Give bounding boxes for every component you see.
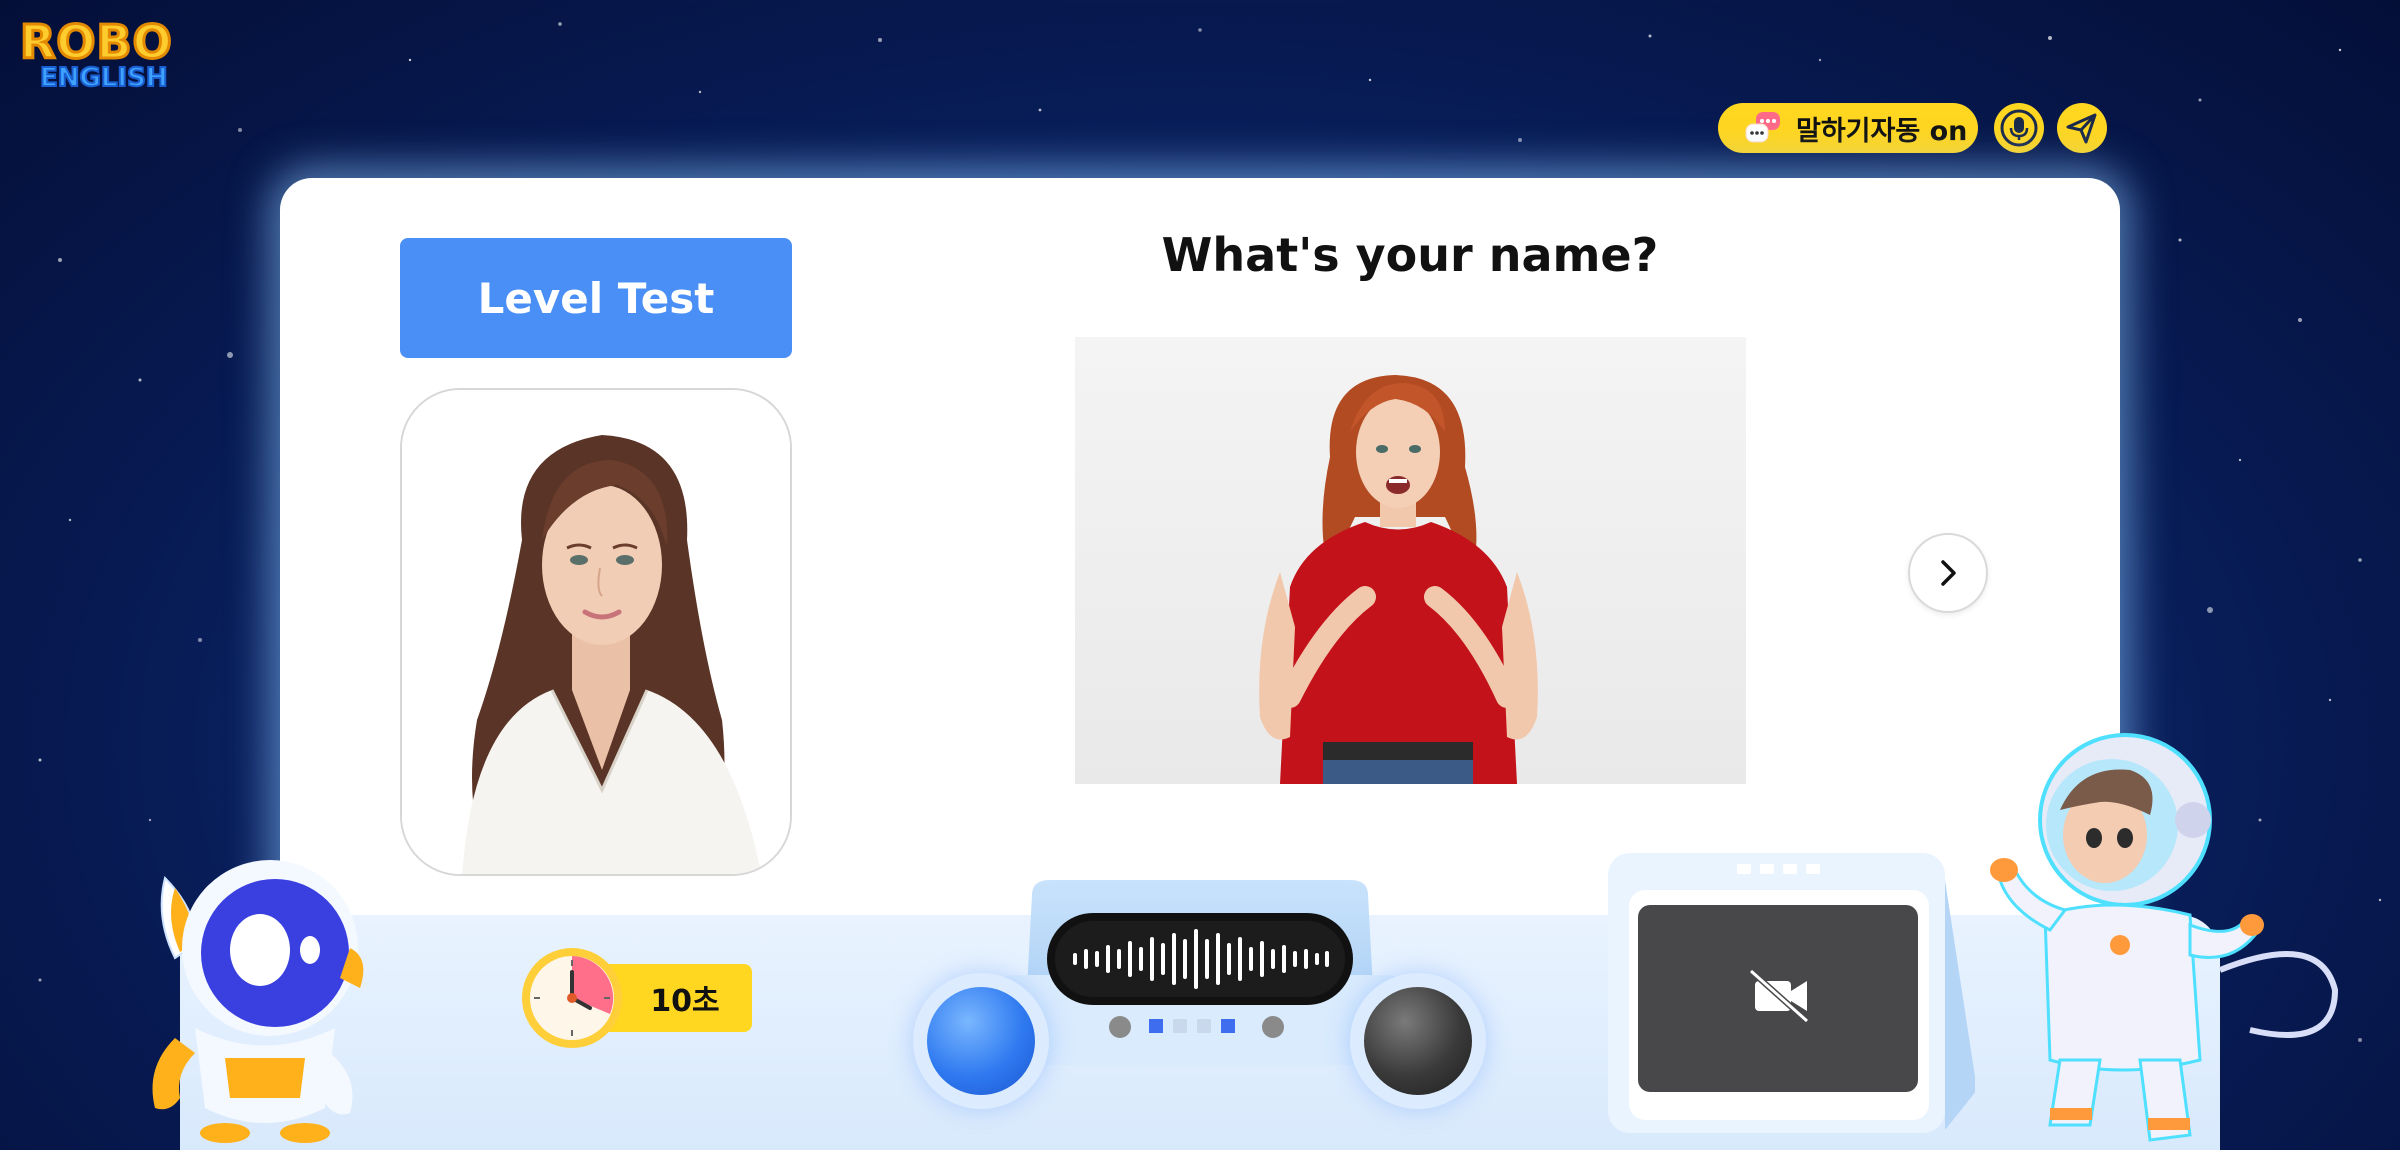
chat-bubble-icon xyxy=(1744,110,1782,146)
robo-english-logo: ROBO ENGLISH xyxy=(19,15,180,98)
send-button[interactable] xyxy=(2057,103,2107,153)
auto-speak-toggle[interactable]: 말하기자동 on xyxy=(1718,103,1978,153)
clock-icon xyxy=(522,948,622,1048)
logo-line2: ENGLISH xyxy=(39,63,169,93)
next-button[interactable] xyxy=(1908,533,1988,613)
microphone-button[interactable] xyxy=(1994,103,2044,153)
quiz-image xyxy=(1075,337,1746,784)
question-text: What's your name? xyxy=(1161,228,1659,282)
chevron-right-icon xyxy=(1941,560,1956,586)
user-portrait xyxy=(400,388,792,876)
record-button[interactable] xyxy=(913,973,1049,1109)
logo-line1: ROBO xyxy=(19,15,174,69)
user-portrait-image xyxy=(402,390,790,874)
stop-button[interactable] xyxy=(1350,973,1486,1109)
quiz-image-illustration xyxy=(1259,375,1538,784)
astronaut-mascot xyxy=(1990,733,2339,1142)
timer: 10초 xyxy=(520,946,752,1050)
paper-plane-icon xyxy=(2066,113,2097,144)
level-test-button[interactable]: Level Test xyxy=(400,238,792,358)
robot-mascot xyxy=(152,860,364,1143)
camera-preview xyxy=(1605,850,1977,1135)
auto-speak-label: 말하기자동 on xyxy=(1796,115,1968,147)
microphone-icon xyxy=(2000,109,2038,147)
